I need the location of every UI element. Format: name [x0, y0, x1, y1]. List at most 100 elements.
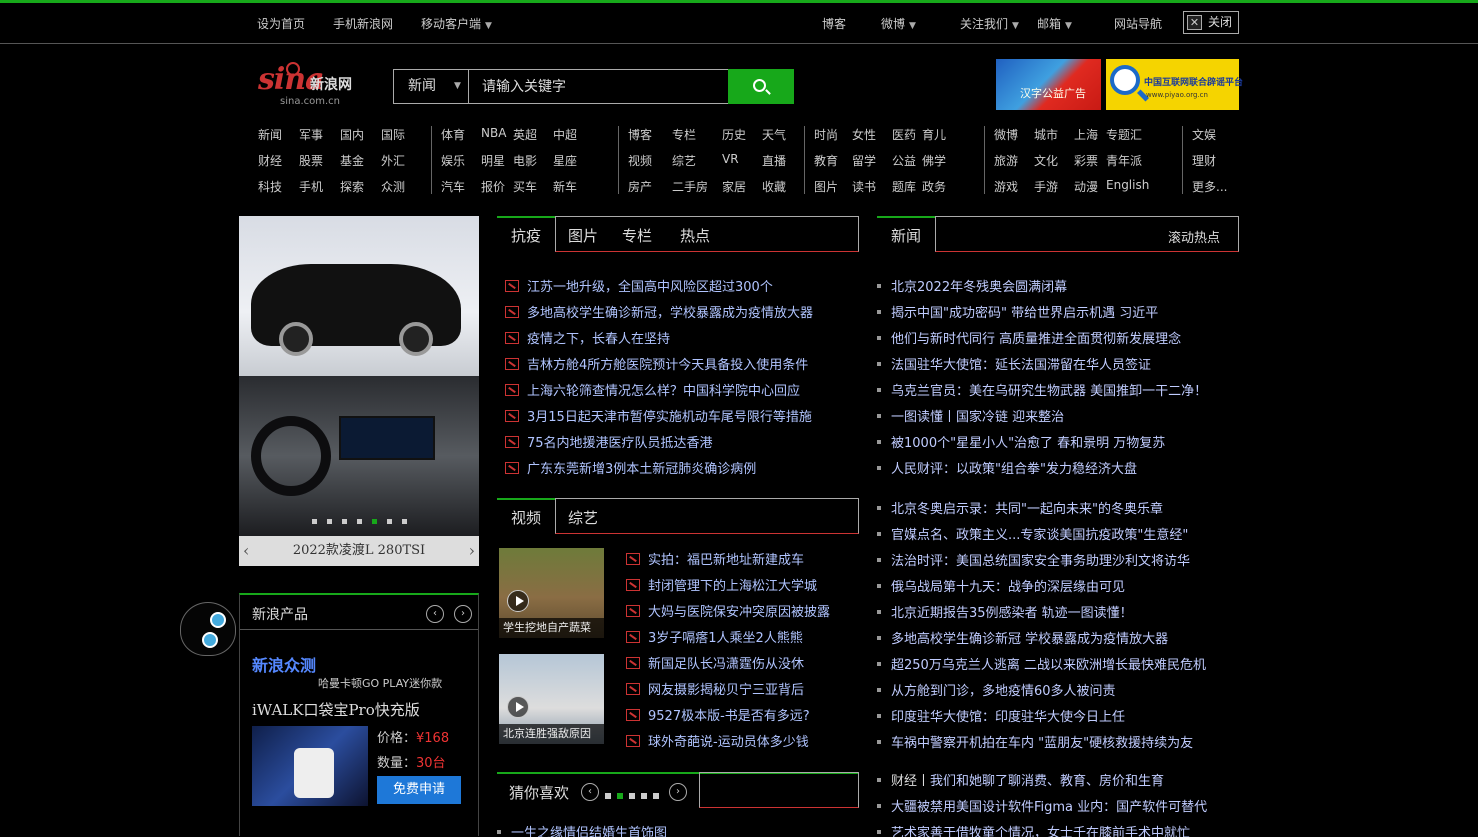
- slider-dot[interactable]: [401, 519, 407, 524]
- list-item[interactable]: 法治时评：美国总统国家安全事务助理沙利文将访华: [877, 550, 1190, 569]
- news-link[interactable]: 75名内地援港医疗队员抵达香港: [527, 436, 713, 451]
- news-link[interactable]: 上海六轮筛查情况怎么样？中国科学院中心回应: [527, 384, 800, 399]
- news-link[interactable]: 3岁子嗝瘩1人乘坐2人熊熊: [648, 631, 803, 646]
- news-link[interactable]: 超250万乌克兰人逃离 二战以来欧洲增长最快难民危机: [891, 658, 1206, 673]
- nav-link[interactable]: 城市: [1034, 126, 1058, 143]
- list-item[interactable]: 多地高校学生确诊新冠，学校暴露成为疫情放大器: [505, 302, 813, 321]
- nav-link[interactable]: 文娱: [1192, 126, 1216, 143]
- news-link[interactable]: 吉林方舱4所方舱医院预计今天具备投入使用条件: [527, 358, 808, 373]
- news-link[interactable]: 从方舱到门诊，多地疫情60多人被问责: [891, 684, 1116, 699]
- nav-link[interactable]: 国内: [340, 126, 364, 143]
- nav-link[interactable]: 娱乐: [441, 152, 465, 169]
- list-item[interactable]: 从方舱到门诊，多地疫情60多人被问责: [877, 680, 1116, 699]
- nav-link[interactable]: 留学: [852, 152, 876, 169]
- list-item[interactable]: 网友摄影揭秘贝宁三亚背后: [626, 679, 804, 698]
- nav-link[interactable]: 报价: [481, 178, 505, 195]
- nav-link[interactable]: 政务: [922, 178, 946, 195]
- news-link[interactable]: 北京冬奥启示录：共同"一起向未来"的冬奥乐章: [891, 502, 1163, 517]
- nav-link[interactable]: 汽车: [441, 178, 465, 195]
- slider-dot[interactable]: [341, 519, 347, 524]
- list-item[interactable]: 9527极本版-书是否有多远?: [626, 705, 810, 724]
- list-item[interactable]: 封闭管理下的上海松江大学城: [626, 575, 817, 594]
- list-item[interactable]: 被1000个"星星小人"治愈了 春和景明 万物复苏: [877, 432, 1165, 451]
- sina-logo[interactable]: sina 新浪网 sina.com.cn: [258, 60, 370, 108]
- weibo-link[interactable]: 微博 ▼: [881, 15, 916, 32]
- slider-dot[interactable]: [326, 519, 332, 524]
- news-link[interactable]: 被1000个"星星小人"治愈了 春和景明 万物复苏: [891, 436, 1165, 451]
- news-link[interactable]: 我们和她聊了聊消费、教育、房价和生育: [930, 774, 1164, 789]
- news-link[interactable]: 9527极本版-书是否有多远?: [648, 709, 810, 724]
- chevron-left-icon[interactable]: ‹: [243, 536, 249, 566]
- mobile-client-link[interactable]: 移动客户端 ▼: [421, 15, 492, 32]
- nav-link[interactable]: 教育: [814, 152, 838, 169]
- page-dot[interactable]: [629, 793, 635, 799]
- list-item[interactable]: 北京2022年冬残奥会圆满闭幕: [877, 276, 1067, 295]
- list-item[interactable]: 财经丨我们和她聊了聊消费、教育、房价和生育: [877, 770, 1164, 789]
- nav-link[interactable]: 微博: [994, 126, 1018, 143]
- close-button[interactable]: ✕ 关闭: [1183, 11, 1239, 34]
- list-item[interactable]: 实拍：福巴新地址新建成车: [626, 549, 804, 568]
- list-item[interactable]: 75名内地援港医疗队员抵达香港: [505, 432, 713, 451]
- list-item[interactable]: 江苏一地升级，全国高中风险区超过300个: [505, 276, 773, 295]
- ad-banner-piyao[interactable]: 中国互联网联合辟谣平台 www.piyao.org.cn: [1106, 59, 1243, 110]
- list-item[interactable]: 大妈与医院保安冲突原因被披露: [626, 601, 830, 620]
- nav-link[interactable]: 公益: [892, 152, 916, 169]
- list-item[interactable]: 印度驻华大使馆：印度驻华大使今日上任: [877, 706, 1125, 725]
- tab-variety[interactable]: 综艺: [568, 507, 598, 528]
- search-input[interactable]: [470, 70, 727, 103]
- nav-link[interactable]: 手机: [299, 178, 323, 195]
- nav-link[interactable]: 医药: [892, 126, 916, 143]
- list-item[interactable]: 车祸中警察开机拍在车内 "蓝朋友"硬核救援持续为友: [877, 732, 1193, 751]
- nav-link[interactable]: 文化: [1034, 152, 1058, 169]
- list-item[interactable]: 一图读懂丨国家冷链 迎来整治: [877, 406, 1064, 425]
- list-item[interactable]: 官媒点名、政策主义...专家谈美国抗疫政策"生意经": [877, 524, 1188, 543]
- news-link[interactable]: 车祸中警察开机拍在车内 "蓝朋友"硬核救援持续为友: [891, 736, 1193, 751]
- news-link[interactable]: 广东东莞新增3例本土新冠肺炎确诊病例: [527, 462, 756, 477]
- chevron-right-icon[interactable]: ›: [454, 605, 472, 623]
- nav-link[interactable]: NBA: [481, 126, 506, 140]
- news-tag[interactable]: 财经丨: [891, 774, 930, 789]
- nav-link[interactable]: 博客: [628, 126, 652, 143]
- nav-link[interactable]: 买车: [513, 178, 537, 195]
- products-subtitle[interactable]: 哈曼卡顿GO PLAY迷你款: [318, 675, 442, 691]
- nav-link[interactable]: 中超: [553, 126, 577, 143]
- nav-link[interactable]: 新闻: [258, 126, 282, 143]
- tab-hot[interactable]: 热点: [680, 225, 710, 246]
- page-dot[interactable]: [641, 793, 647, 799]
- play-icon[interactable]: [507, 696, 529, 718]
- list-item[interactable]: 疫情之下，长春人在坚持: [505, 328, 670, 347]
- nav-link[interactable]: 题库: [892, 178, 916, 195]
- chevron-left-icon[interactable]: ‹: [426, 605, 444, 623]
- nav-link[interactable]: 青年派: [1106, 152, 1142, 169]
- nav-link[interactable]: 基金: [340, 152, 364, 169]
- news-link[interactable]: 3月15日起天津市暂停实施机动车尾号限行等措施: [527, 410, 812, 425]
- nav-link[interactable]: VR: [722, 152, 739, 166]
- nav-link[interactable]: 众测: [381, 178, 405, 195]
- list-item[interactable]: 球外奇葩说-运动员体多少钱: [626, 731, 809, 750]
- nav-link[interactable]: 体育: [441, 126, 465, 143]
- slider-dot[interactable]: [356, 519, 362, 524]
- nav-link[interactable]: 国际: [381, 126, 405, 143]
- nav-link[interactable]: 游戏: [994, 178, 1018, 195]
- nav-link[interactable]: 佛学: [922, 152, 946, 169]
- tab-antiepidemic[interactable]: 抗疫: [497, 216, 555, 252]
- news-link[interactable]: 人民财评：以政策"组合拳"发力稳经济大盘: [891, 462, 1137, 477]
- search-category-select[interactable]: 新闻 ▼: [394, 70, 469, 103]
- nav-link[interactable]: 图片: [814, 178, 838, 195]
- news-link[interactable]: 封闭管理下的上海松江大学城: [648, 579, 817, 594]
- news-link[interactable]: 一生之缘情侣结婚生首饰图: [511, 826, 667, 837]
- news-link[interactable]: 大妈与医院保安冲突原因被披露: [648, 605, 830, 620]
- list-item[interactable]: 北京冬奥启示录：共同"一起向未来"的冬奥乐章: [877, 498, 1163, 517]
- list-item[interactable]: 吉林方舱4所方舱医院预计今天具备投入使用条件: [505, 354, 808, 373]
- list-item[interactable]: 法国驻华大使馆：延长法国滞留在华人员签证: [877, 354, 1151, 373]
- news-link[interactable]: 揭示中国"成功密码" 带给世界启示机遇 习近平: [891, 306, 1158, 321]
- nav-link[interactable]: 英超: [513, 126, 537, 143]
- nav-link[interactable]: 更多...: [1192, 178, 1227, 195]
- set-home-link[interactable]: 设为首页: [257, 15, 305, 32]
- news-link[interactable]: 疫情之下，长春人在坚持: [527, 332, 670, 347]
- list-item[interactable]: 3月15日起天津市暂停实施机动车尾号限行等措施: [505, 406, 812, 425]
- page-dot[interactable]: [617, 793, 623, 799]
- ad-banner-public[interactable]: 汉字公益广告: [996, 59, 1101, 110]
- page-dot[interactable]: [653, 793, 659, 799]
- list-item[interactable]: 揭示中国"成功密码" 带给世界启示机遇 习近平: [877, 302, 1158, 321]
